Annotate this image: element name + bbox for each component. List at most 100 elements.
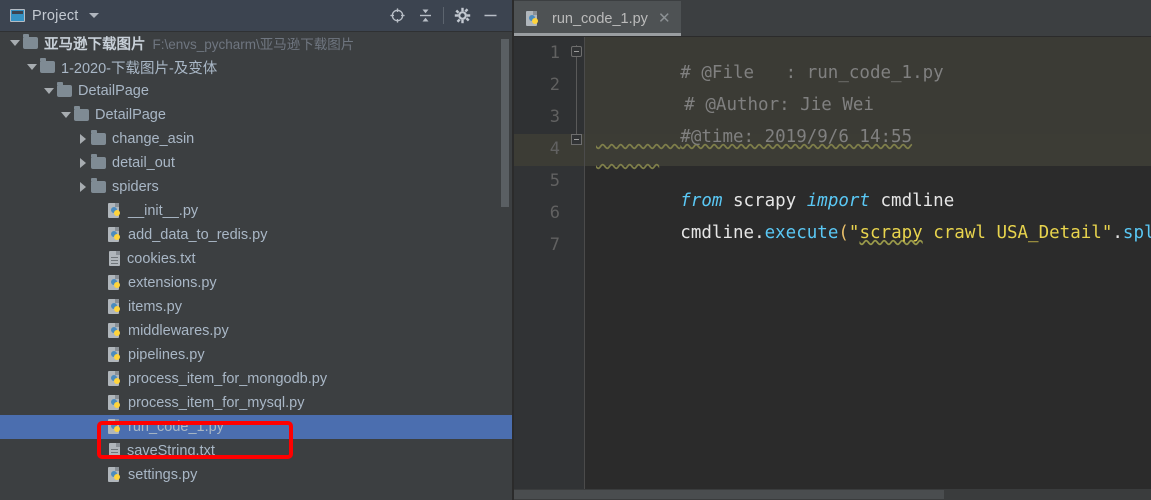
tree-row-items.py[interactable]: items.py — [0, 295, 512, 319]
project-panel-toolbar — [383, 0, 504, 31]
tree-row-__init__.py[interactable]: __init__.py — [0, 199, 512, 223]
line-number-5: 5 — [549, 171, 560, 191]
collapse-all-icon[interactable] — [411, 0, 439, 31]
tree-row-1-2020--[interactable]: 1-2020-下载图片-及变体 — [0, 55, 512, 79]
python-file-icon — [108, 323, 122, 339]
tree-row-middlewares.py[interactable]: middlewares.py — [0, 319, 512, 343]
tree-row-change_asin[interactable]: change_asin — [0, 127, 512, 151]
tree-row-settings.py[interactable]: settings.py — [0, 463, 512, 487]
project-panel-title: Project — [32, 7, 79, 24]
tree-item-label: 1-2020-下载图片-及变体 — [61, 60, 218, 77]
expand-toggle[interactable] — [74, 175, 91, 199]
hide-panel-icon[interactable] — [476, 0, 504, 31]
chevron-down-icon[interactable] — [43, 88, 54, 94]
code-line-6: cmdline.execute("scrapy crawl USA_Detail… — [596, 203, 1151, 263]
line-number-4: 4 — [549, 139, 560, 159]
tree-row-saveString.txt[interactable]: saveString.txt — [0, 439, 512, 463]
line-number-1: 1 — [549, 43, 560, 63]
python-file-icon — [108, 419, 122, 435]
code-token-dot2: . — [1112, 223, 1123, 243]
project-title-group[interactable]: Project — [0, 8, 99, 24]
horizontal-scrollbar[interactable] — [514, 489, 1151, 500]
folder-icon — [57, 82, 72, 97]
tree-item-label: __init__.py — [128, 203, 199, 219]
line-number-2: 2 — [549, 75, 560, 95]
chevron-right-icon[interactable] — [79, 182, 86, 192]
expand-spacer — [91, 319, 108, 343]
line-number-3: 3 — [549, 107, 560, 127]
python-file-icon — [108, 395, 122, 411]
folder-icon — [91, 154, 106, 169]
tree-item-label: process_item_for_mongodb.py — [128, 371, 328, 387]
tree-row-pipelines.py[interactable]: pipelines.py — [0, 343, 512, 367]
tree-item-label: saveString.txt — [127, 443, 215, 459]
tree-item-label: cookies.txt — [127, 251, 196, 267]
tree-item-label: 亚马逊下载图片 — [44, 36, 146, 53]
project-file-tree[interactable]: 亚马逊下载图片 F:\envs_pycharm\亚马逊下载图片 1-2020-下载图… — [0, 31, 512, 500]
chevron-down-icon[interactable] — [88, 13, 99, 18]
code-token-comment-3: #@time: 2019/9/6 14:55 — [680, 127, 913, 147]
editor-tab-bar: run_code_1.py ✕ — [514, 0, 1151, 37]
fold-minus-icon-2[interactable] — [571, 134, 582, 145]
folder-icon — [23, 34, 38, 49]
expand-spacer — [91, 343, 108, 367]
code-token-open-paren: ( — [838, 223, 849, 243]
vertical-scrollbar[interactable] — [501, 39, 509, 207]
toolbar-separator — [443, 7, 444, 24]
expand-spacer — [91, 463, 108, 487]
tree-row-DetailPage[interactable]: DetailPage — [0, 103, 512, 127]
horizontal-scrollbar-thumb[interactable] — [514, 490, 944, 499]
chevron-down-icon[interactable] — [26, 64, 37, 70]
code-token-quote-close: " — [1101, 223, 1113, 243]
tree-item-label: change_asin — [112, 131, 195, 147]
tree-row-process_item_for_mysql.py[interactable]: process_item_for_mysql.py — [0, 391, 512, 415]
python-file-icon — [108, 299, 122, 315]
python-file-icon — [526, 10, 540, 27]
tree-row-spiders[interactable]: spiders — [0, 175, 512, 199]
python-file-icon — [108, 203, 122, 219]
text-file-icon — [108, 443, 121, 459]
locate-target-icon[interactable] — [383, 0, 411, 31]
code-token-dot: . — [754, 223, 765, 243]
python-file-icon — [108, 467, 122, 483]
expand-toggle[interactable] — [23, 55, 40, 79]
code-editor[interactable]: 1 2 3 4 5 6 7 # @File : run_code_1.py # … — [514, 37, 1151, 500]
code-line-3: #@time: 2019/9/6 14:55 — [596, 107, 912, 167]
tree-row-process_item_for_mongodb.py[interactable]: process_item_for_mongodb.py — [0, 367, 512, 391]
chevron-right-icon[interactable] — [79, 134, 86, 144]
code-token-obj: cmdline — [680, 223, 755, 243]
expand-toggle[interactable] — [74, 127, 91, 151]
expand-spacer — [91, 199, 108, 223]
expand-toggle[interactable] — [57, 103, 74, 127]
line-number-7: 7 — [549, 235, 560, 255]
tree-row-add_data_to_redis.py[interactable]: add_data_to_redis.py — [0, 223, 512, 247]
tab-run_code_1[interactable]: run_code_1.py ✕ — [514, 1, 681, 36]
gear-icon[interactable] — [448, 0, 476, 31]
expand-spacer — [91, 391, 108, 415]
tree-row-DetailPage[interactable]: DetailPage — [0, 79, 512, 103]
tree-item-label: DetailPage — [95, 107, 166, 123]
close-icon[interactable]: ✕ — [658, 11, 671, 26]
python-file-icon — [108, 275, 122, 291]
tree-row-detail_out[interactable]: detail_out — [0, 151, 512, 175]
python-file-icon — [108, 347, 122, 363]
chevron-down-icon[interactable] — [9, 40, 20, 46]
chevron-right-icon[interactable] — [79, 158, 86, 168]
project-tool-window: Project 亚马逊下载图片 F:\envs_pycharm\亚马逊下载图片 … — [0, 0, 512, 500]
expand-toggle[interactable] — [74, 151, 91, 175]
expand-spacer — [91, 247, 108, 271]
tree-item-label: pipelines.py — [128, 347, 205, 363]
expand-toggle[interactable] — [40, 79, 57, 103]
chevron-down-icon[interactable] — [60, 112, 71, 118]
expand-spacer — [91, 439, 108, 463]
expand-toggle[interactable] — [6, 31, 23, 55]
editor-area: run_code_1.py ✕ 1 2 3 4 5 6 7 # @File: … — [514, 0, 1151, 500]
line-number-6: 6 — [549, 203, 560, 223]
tree-item-label: items.py — [128, 299, 182, 315]
tree-row-cookies.txt[interactable]: cookies.txt — [0, 247, 512, 271]
tree-row-run_code_1.py[interactable]: run_code_1.py — [0, 415, 512, 439]
tree-row-[interactable]: 亚马逊下载图片 F:\envs_pycharm\亚马逊下载图片 — [0, 31, 512, 55]
fold-minus-icon-1[interactable] — [571, 46, 582, 57]
tree-row-extensions.py[interactable]: extensions.py — [0, 271, 512, 295]
expand-spacer — [91, 415, 108, 439]
